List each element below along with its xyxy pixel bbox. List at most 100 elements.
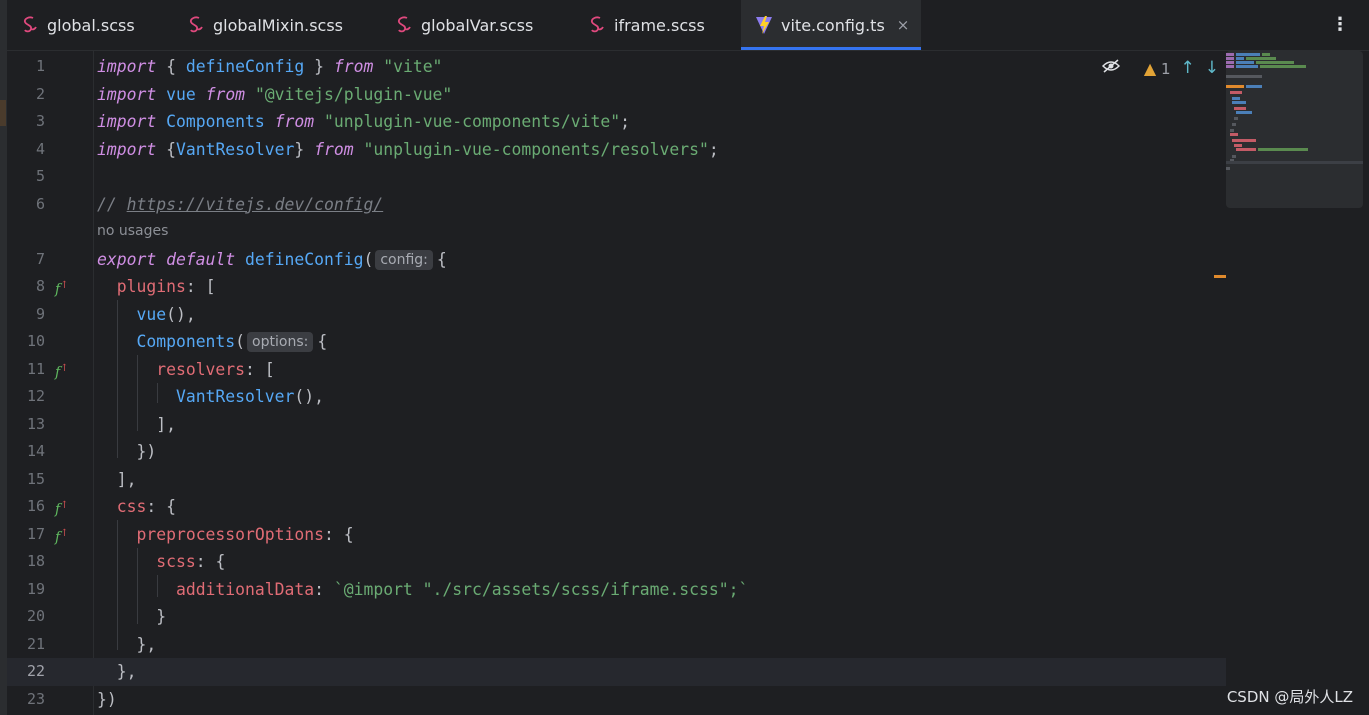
code-text: import Components from "unplugin-vue-com… bbox=[97, 112, 630, 131]
code-minimap[interactable] bbox=[1226, 51, 1363, 208]
line-number: 11 bbox=[26, 359, 45, 378]
indent-guide bbox=[157, 383, 158, 403]
code-line: 11 f↑ resolvers: [ bbox=[7, 356, 1226, 384]
line-number: 16 bbox=[26, 497, 45, 515]
code-line: 5 bbox=[7, 163, 1226, 191]
implements-icon[interactable]: f↑ bbox=[55, 497, 69, 519]
tab-label: vite.config.ts bbox=[781, 15, 885, 35]
line-number: 13 bbox=[26, 414, 45, 433]
code-line: 10 Components(options:{ bbox=[7, 328, 1226, 356]
code-text: import vue from "@vitejs/plugin-vue" bbox=[97, 84, 453, 104]
code-text: import {VantResolver} from "unplugin-vue… bbox=[97, 139, 719, 159]
indent-guide bbox=[117, 300, 118, 458]
code-text: }, bbox=[97, 634, 157, 654]
close-tab-icon[interactable]: × bbox=[897, 16, 910, 34]
code-text: preprocessorOptions: { bbox=[136, 524, 354, 544]
sass-icon bbox=[397, 16, 411, 33]
line-number: 20 bbox=[26, 607, 45, 625]
code-line: 23 }) bbox=[7, 686, 1226, 714]
warning-icon: ▲ bbox=[1143, 58, 1157, 78]
code-text: }) bbox=[97, 442, 157, 461]
implements-icon[interactable]: f↑ bbox=[55, 360, 69, 382]
param-hint: config: bbox=[375, 249, 433, 270]
inspection-toolbar: ▲ 1 ↑ ↓ bbox=[1101, 58, 1219, 78]
implements-icon[interactable]: f↑ bbox=[55, 525, 69, 547]
tab-global-scss[interactable]: global.scss bbox=[21, 0, 171, 50]
indent-guide bbox=[137, 355, 138, 431]
code-line: 15 ], bbox=[7, 466, 1226, 494]
line-number: 3 bbox=[35, 112, 45, 130]
code-line: 12 VantResolver(), bbox=[7, 383, 1226, 411]
code-line: 2 import vue from "@vitejs/plugin-vue" bbox=[7, 81, 1226, 109]
line-number: 15 bbox=[26, 469, 45, 488]
code-text: import { defineConfig } from "vite" bbox=[97, 57, 443, 76]
code-line: 21 }, bbox=[7, 631, 1226, 659]
code-line: 6 // https://vitejs.dev/config/ bbox=[7, 191, 1226, 219]
vite-icon bbox=[756, 16, 772, 34]
line-number: 22 bbox=[26, 662, 45, 680]
more-options-icon[interactable]: ⋮ bbox=[1331, 14, 1349, 35]
code-line: 18 scss: { bbox=[7, 548, 1226, 576]
code-text: resolvers: [ bbox=[156, 359, 275, 379]
code-line: 14 }) bbox=[7, 438, 1226, 466]
watermark: CSDN @局外人LZ bbox=[1226, 688, 1353, 706]
editor-tab-bar: global.scss globalMixin.scss globalVar.s… bbox=[7, 0, 1369, 51]
code-line: 16 f↑ css: { bbox=[7, 493, 1226, 521]
code-editor[interactable]: 1 import { defineConfig } from "vite" 2 … bbox=[7, 51, 1369, 715]
code-line: 4 import {VantResolver} from "unplugin-v… bbox=[7, 136, 1226, 164]
indent-guide bbox=[157, 575, 158, 597]
next-highlight-icon[interactable]: ↓ bbox=[1205, 58, 1219, 78]
usage-hint[interactable]: no usages bbox=[97, 218, 168, 246]
line-number: 1 bbox=[35, 57, 45, 75]
code-text: plugins: [ bbox=[116, 277, 216, 296]
tab-label: globalMixin.scss bbox=[213, 15, 343, 35]
code-line: 1 import { defineConfig } from "vite" bbox=[7, 53, 1226, 81]
sass-icon bbox=[23, 16, 37, 33]
sass-icon bbox=[590, 16, 604, 33]
code-line: 9 vue(), bbox=[7, 301, 1226, 329]
code-text: }) bbox=[97, 689, 117, 709]
current-code-line: 22 }, bbox=[7, 658, 1226, 686]
code-text: Components(options:{ bbox=[136, 332, 328, 352]
tab-label: global.scss bbox=[47, 15, 135, 35]
left-tool-strip bbox=[0, 0, 7, 715]
code-text: } bbox=[97, 607, 167, 626]
line-number: 21 bbox=[26, 634, 45, 653]
warning-count: 1 bbox=[1160, 59, 1171, 78]
warnings-indicator[interactable]: ▲ 1 bbox=[1144, 59, 1171, 78]
tab-vite-config-ts[interactable]: vite.config.ts × bbox=[741, 0, 921, 50]
code-text: }, bbox=[97, 662, 137, 681]
implements-icon[interactable]: f↑ bbox=[55, 277, 69, 299]
reader-mode-icon[interactable] bbox=[1101, 59, 1120, 77]
code-text: vue(), bbox=[136, 304, 196, 324]
line-number: 5 bbox=[35, 167, 45, 185]
indent-guide bbox=[137, 548, 138, 624]
strip-marker bbox=[0, 100, 6, 126]
code-text: ], bbox=[97, 469, 137, 489]
tab-iframe-scss[interactable]: iframe.scss bbox=[588, 0, 728, 50]
code-line: 20 } bbox=[7, 603, 1226, 631]
line-number: 18 bbox=[26, 552, 45, 570]
sass-icon bbox=[189, 16, 203, 33]
tab-globalmixin-scss[interactable]: globalMixin.scss bbox=[187, 0, 377, 50]
tab-globalvar-scss[interactable]: globalVar.scss bbox=[395, 0, 565, 50]
line-number: 10 bbox=[26, 332, 45, 350]
code-line: 17 f↑ preprocessorOptions: { bbox=[7, 521, 1226, 549]
tab-label: iframe.scss bbox=[614, 15, 705, 35]
code-text: export default defineConfig(config:{ bbox=[97, 249, 447, 270]
code-line: 3 import Components from "unplugin-vue-c… bbox=[7, 108, 1226, 136]
code-text: VantResolver(), bbox=[175, 387, 324, 406]
warning-stripe-marker[interactable] bbox=[1214, 275, 1226, 278]
line-number: 7 bbox=[35, 249, 45, 268]
code-line: 8 f↑ plugins: [ bbox=[7, 273, 1226, 301]
tab-label: globalVar.scss bbox=[421, 15, 534, 35]
line-number: 9 bbox=[35, 304, 45, 323]
code-text: css: { bbox=[116, 497, 176, 516]
code-line: 7 export default defineConfig(config:{ bbox=[7, 246, 1226, 274]
line-number: 23 bbox=[26, 689, 45, 708]
previous-highlight-icon[interactable]: ↑ bbox=[1181, 58, 1195, 78]
code-line: 19 additionalData: `@import "./src/asset… bbox=[7, 576, 1226, 604]
code-line: 13 ], bbox=[7, 411, 1226, 439]
line-number: 17 bbox=[26, 524, 45, 543]
indent-guide bbox=[117, 520, 118, 650]
